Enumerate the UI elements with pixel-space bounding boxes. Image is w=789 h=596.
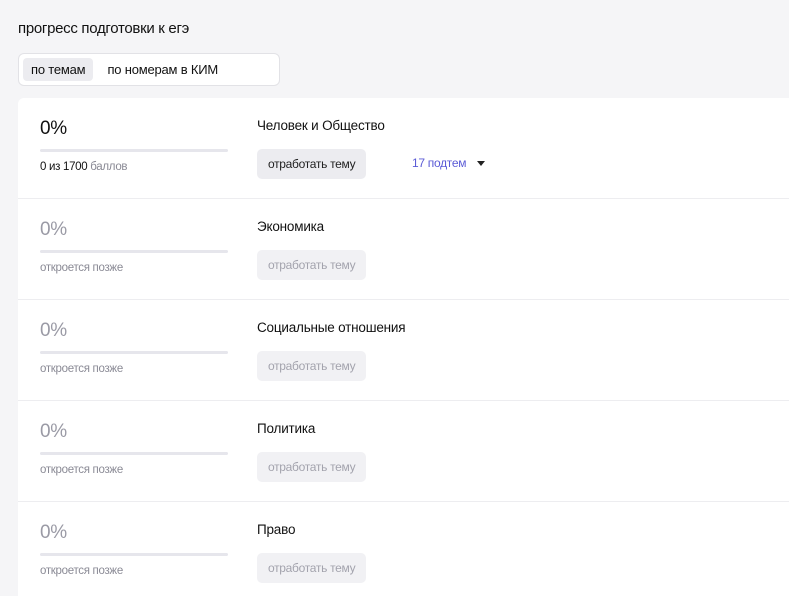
topic-row: 0% откроется позже Политика отработать т… xyxy=(18,401,789,502)
topic-percent: 0% xyxy=(40,219,67,240)
practice-topic-button: отработать тему xyxy=(257,553,367,583)
topic-row: 0% 0 из 1700 баллов Человек и Общество о… xyxy=(18,98,789,199)
topic-score-unit: баллов xyxy=(87,161,128,173)
topic-status: откроется позже xyxy=(40,565,123,577)
caret-down-icon xyxy=(477,160,486,166)
topic-title: Человек и Общество xyxy=(257,118,385,133)
topic-title: Политика xyxy=(257,421,316,436)
tab-by-topics[interactable]: по темам xyxy=(23,58,94,81)
tab-by-kim-numbers[interactable]: по номерам в КИМ xyxy=(99,58,226,81)
topic-status: откроется позже xyxy=(40,262,123,274)
topic-title: Право xyxy=(257,522,296,537)
practice-topic-button: отработать тему xyxy=(257,351,367,381)
view-tabs: по темам по номерам в КИМ xyxy=(18,53,280,86)
topic-status: откроется позже xyxy=(40,363,123,375)
topic-row: 0% откроется позже Право отработать тему xyxy=(18,502,789,596)
topic-percent: 0% xyxy=(40,522,67,543)
topic-percent: 0% xyxy=(40,320,67,341)
subtopics-count: 17 подтем xyxy=(412,156,467,170)
practice-topic-button[interactable]: отработать тему xyxy=(257,149,367,179)
topic-progress-bar xyxy=(40,452,228,455)
topic-status: откроется позже xyxy=(40,464,123,476)
topic-score: 0 из 1700 баллов xyxy=(40,161,128,173)
topic-progress-bar xyxy=(40,250,228,253)
practice-topic-button: отработать тему xyxy=(257,250,367,280)
topic-progress-bar xyxy=(40,351,228,354)
topics-list: 0% 0 из 1700 баллов Человек и Общество о… xyxy=(18,98,789,596)
topic-progress-bar xyxy=(40,553,228,556)
topic-row: 0% откроется позже Экономика отработать … xyxy=(18,199,789,300)
topic-row: 0% откроется позже Социальные отношения … xyxy=(18,300,789,401)
topic-percent: 0% xyxy=(40,421,67,442)
topic-title: Социальные отношения xyxy=(257,320,406,335)
topic-percent: 0% xyxy=(40,118,67,139)
subtopics-dropdown[interactable]: 17 подтем xyxy=(412,156,486,170)
page-title: прогресс подготовки к егэ xyxy=(18,20,189,37)
topic-title: Экономика xyxy=(257,219,324,234)
topic-progress-bar xyxy=(40,149,228,152)
practice-topic-button: отработать тему xyxy=(257,452,367,482)
topic-score-value: 0 из 1700 xyxy=(40,161,88,173)
progress-page: прогресс подготовки к егэ по темам по но… xyxy=(0,0,789,596)
